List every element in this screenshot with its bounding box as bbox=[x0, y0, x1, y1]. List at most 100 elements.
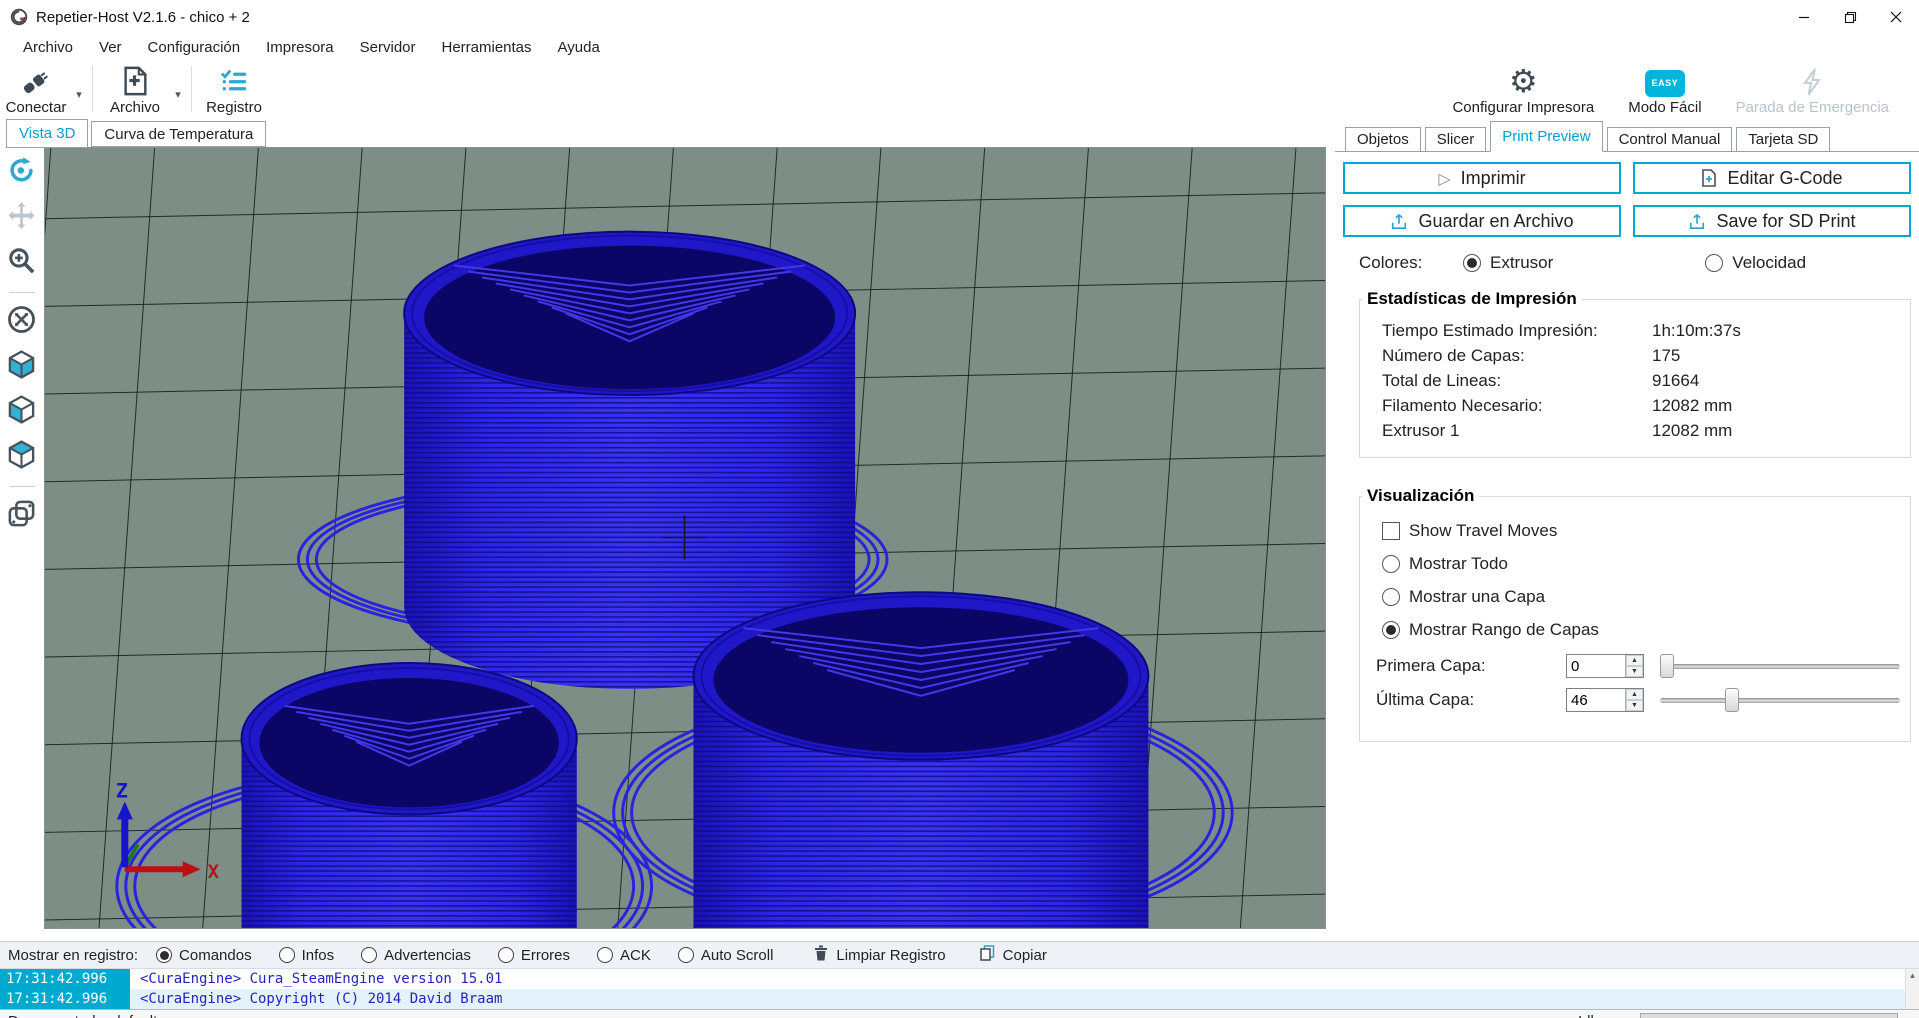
primera-capa-input[interactable] bbox=[1567, 655, 1625, 677]
primera-capa-stepper: ▲▼ bbox=[1566, 654, 1644, 678]
rotate-view-icon[interactable] bbox=[6, 155, 37, 191]
stat-value: 12082 mm bbox=[1652, 421, 1733, 440]
velocidad-radio[interactable] bbox=[1705, 254, 1724, 272]
fit-view-icon[interactable] bbox=[6, 304, 37, 340]
toggle-log-button[interactable]: Registro bbox=[198, 62, 270, 116]
scroll-up-icon[interactable]: ▴ bbox=[1910, 970, 1915, 980]
menu-ayuda[interactable]: Ayuda bbox=[545, 39, 613, 56]
menu-herramientas[interactable]: Herramientas bbox=[429, 39, 545, 56]
clear-log-button[interactable]: Limpiar Registro bbox=[814, 945, 946, 965]
svg-text:X: X bbox=[208, 861, 220, 883]
advertencias-radio[interactable] bbox=[361, 947, 378, 963]
easy-mode-button[interactable]: EASY Modo Fácil bbox=[1624, 62, 1705, 116]
menu-impresora[interactable]: Impresora bbox=[253, 39, 347, 56]
tab-tarjeta-sd[interactable]: Tarjeta SD bbox=[1736, 127, 1831, 151]
spin-up-icon[interactable]: ▲ bbox=[1626, 655, 1643, 666]
visualization-title: Visualización bbox=[1362, 486, 1480, 506]
comandos-radio[interactable] bbox=[156, 947, 173, 963]
print-button[interactable]: ▷ Imprimir bbox=[1343, 162, 1621, 194]
infos-radio[interactable] bbox=[278, 947, 295, 963]
tab-slicer[interactable]: Slicer bbox=[1424, 127, 1487, 151]
minimize-button[interactable] bbox=[1781, 0, 1827, 34]
filter-ack[interactable]: ACK bbox=[597, 947, 651, 964]
copy-icon bbox=[979, 945, 995, 965]
isometric-view-icon[interactable] bbox=[6, 349, 37, 385]
stats-title: Estadísticas de Impresión bbox=[1362, 289, 1582, 309]
svg-text:Z: Z bbox=[116, 780, 128, 803]
copy-log-button[interactable]: Copiar bbox=[979, 945, 1047, 965]
3d-viewport[interactable]: X Z bbox=[44, 147, 1326, 929]
ultima-capa-slider[interactable] bbox=[1660, 687, 1900, 713]
filter-auto-scroll[interactable]: Auto Scroll bbox=[677, 947, 773, 964]
connect-caret-down-icon[interactable]: ▾ bbox=[72, 88, 86, 117]
tab-control-manual[interactable]: Control Manual bbox=[1606, 127, 1733, 151]
tab-curva-temperatura[interactable]: Curva de Temperatura bbox=[91, 121, 267, 147]
save-to-file-button[interactable]: Guardar en Archivo bbox=[1343, 205, 1621, 237]
menu-archivo[interactable]: Archivo bbox=[10, 39, 86, 56]
primera-capa-slider[interactable] bbox=[1660, 653, 1900, 679]
mostrar-todo-radio[interactable] bbox=[1382, 555, 1400, 573]
parallel-projection-icon[interactable] bbox=[6, 498, 37, 534]
log-output[interactable]: 17:31:42.996 <CuraEngine> Cura_SteamEngi… bbox=[0, 969, 1919, 1009]
view-tabs: Vista 3D Curva de Temperatura bbox=[6, 119, 269, 148]
mostrar-rango-radio[interactable] bbox=[1382, 621, 1400, 639]
rail-separator bbox=[8, 486, 35, 487]
errores-radio[interactable] bbox=[497, 947, 514, 963]
right-panel: Objetos Slicer Print Preview Control Man… bbox=[1335, 117, 1919, 929]
log-scrollbar[interactable]: ▴ bbox=[1905, 969, 1919, 1009]
save-for-sd-button[interactable]: Save for SD Print bbox=[1633, 205, 1911, 237]
lightning-icon bbox=[1799, 65, 1825, 97]
primera-capa-label: Primera Capa: bbox=[1376, 656, 1486, 675]
file-open-label: Archivo bbox=[109, 98, 161, 116]
top-view-icon[interactable] bbox=[6, 439, 37, 475]
rail-separator bbox=[8, 292, 35, 293]
printer-state: Idle bbox=[1578, 1013, 1602, 1018]
move-view-icon[interactable] bbox=[6, 200, 37, 236]
auto-scroll-radio[interactable] bbox=[677, 947, 694, 963]
print-object-right-cylinder bbox=[692, 591, 1150, 928]
extrusor-radio[interactable] bbox=[1463, 254, 1481, 272]
ultima-capa-stepper: ▲▼ bbox=[1566, 688, 1644, 712]
preview-actions: ▷ Imprimir Editar G-Code Guardar en Arch… bbox=[1343, 162, 1911, 237]
mostrar-una-capa-radio[interactable] bbox=[1382, 588, 1400, 606]
colores-label: Colores: bbox=[1359, 253, 1423, 272]
spin-up-icon[interactable]: ▲ bbox=[1626, 689, 1643, 700]
menu-configuracion[interactable]: Configuración bbox=[135, 39, 254, 56]
application-window: Repetier-Host V2.1.6 - chico + 2 Archivo… bbox=[0, 0, 1919, 1018]
spin-down-icon[interactable]: ▼ bbox=[1626, 700, 1643, 711]
front-view-icon[interactable] bbox=[6, 394, 37, 430]
tab-print-preview[interactable]: Print Preview bbox=[1490, 121, 1603, 152]
print-object-left-cylinder bbox=[240, 662, 578, 928]
file-open-button[interactable]: Archivo bbox=[99, 62, 171, 116]
menu-servidor[interactable]: Servidor bbox=[347, 39, 429, 56]
show-travel-checkbox[interactable] bbox=[1382, 522, 1400, 540]
filter-infos[interactable]: Infos bbox=[278, 947, 334, 964]
tab-objetos[interactable]: Objetos bbox=[1345, 127, 1421, 151]
log-message: <CuraEngine> Copyright (C) 2014 David Br… bbox=[140, 991, 503, 1007]
filter-comandos[interactable]: Comandos bbox=[156, 947, 252, 964]
zoom-icon[interactable] bbox=[6, 245, 37, 281]
file-caret-down-icon[interactable]: ▾ bbox=[171, 88, 185, 117]
configure-printer-label: Configurar Impresora bbox=[1452, 98, 1595, 116]
title-bar: Repetier-Host V2.1.6 - chico + 2 bbox=[0, 0, 1919, 34]
stat-row: Número de Capas: 175 bbox=[1370, 343, 1900, 368]
configure-printer-button[interactable]: ⚙ Configurar Impresora bbox=[1448, 62, 1598, 116]
tab-vista-3d[interactable]: Vista 3D bbox=[6, 119, 89, 148]
log-toolbar: Mostrar en registro: Comandos Infos Adve… bbox=[0, 941, 1919, 969]
close-button[interactable] bbox=[1873, 0, 1919, 34]
emergency-stop-button[interactable]: Parada de Emergencia bbox=[1732, 62, 1893, 116]
stat-value: 91664 bbox=[1652, 371, 1700, 390]
log-timestamp: 17:31:42.996 bbox=[0, 969, 130, 989]
spin-down-icon[interactable]: ▼ bbox=[1626, 666, 1643, 677]
filter-advertencias[interactable]: Advertencias bbox=[361, 947, 471, 964]
edit-gcode-button[interactable]: Editar G-Code bbox=[1633, 162, 1911, 194]
menu-ver[interactable]: Ver bbox=[86, 39, 135, 56]
3d-scene: X Z bbox=[45, 148, 1325, 928]
filter-errores[interactable]: Errores bbox=[497, 947, 570, 964]
restore-button[interactable] bbox=[1827, 0, 1873, 34]
show-travel-label: Show Travel Moves bbox=[1409, 521, 1558, 540]
trash-icon bbox=[814, 945, 828, 965]
ultima-capa-input[interactable] bbox=[1567, 689, 1625, 711]
ack-radio[interactable] bbox=[597, 947, 614, 963]
connect-button[interactable]: Conectar bbox=[0, 62, 72, 116]
